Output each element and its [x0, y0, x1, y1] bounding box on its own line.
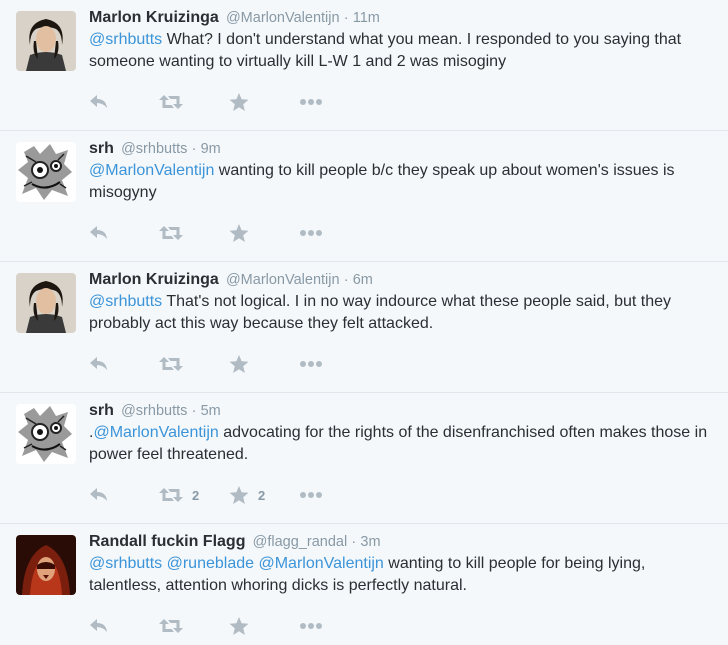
more-button[interactable] [299, 622, 323, 630]
timestamp[interactable]: 5m [201, 403, 221, 419]
user-handle[interactable]: @srhbutts [121, 141, 187, 157]
display-name[interactable]: Randall fuckin Flagg [89, 533, 245, 550]
retweet-icon [159, 94, 183, 110]
tweet[interactable]: Marlon Kruizinga @MarlonValentijn · 6m @… [0, 262, 728, 393]
star-icon [229, 223, 249, 243]
retweet-count: 2 [192, 487, 200, 503]
tweet[interactable]: srh @srhbutts · 9m @MarlonValentijn want… [0, 131, 728, 262]
retweet-icon [159, 487, 183, 503]
avatar[interactable] [16, 404, 76, 464]
reply-icon [89, 618, 109, 634]
separator-dot: · [191, 403, 197, 419]
retweet-icon [159, 356, 183, 372]
favorite-button[interactable] [229, 223, 299, 243]
reply-button[interactable] [89, 618, 159, 634]
retweet-icon [159, 225, 183, 241]
mention-link[interactable]: @MarlonValentijn [89, 162, 214, 179]
more-dots-icon [299, 229, 323, 237]
reply-icon [89, 94, 109, 110]
tweet-actions [89, 90, 718, 114]
retweet-icon [159, 618, 183, 634]
tweet-header: srh @srhbutts · 5m [89, 401, 718, 421]
tweet[interactable]: srh @srhbutts · 5m .@MarlonValentijn adv… [0, 393, 728, 524]
tweet-timeline: Marlon Kruizinga @MarlonValentijn · 11m … [0, 0, 728, 644]
reply-icon [89, 225, 109, 241]
tweet[interactable]: Marlon Kruizinga @MarlonValentijn · 11m … [0, 0, 728, 131]
tweet-header: Marlon Kruizinga @MarlonValentijn · 11m [89, 8, 718, 28]
more-dots-icon [299, 98, 323, 106]
tweet-header: srh @srhbutts · 9m [89, 139, 718, 159]
retweet-button[interactable] [159, 356, 229, 372]
favorite-button[interactable]: 2 [229, 485, 299, 505]
mention-link[interactable]: @MarlonValentijn [258, 555, 383, 572]
reply-button[interactable] [89, 356, 159, 372]
tweet-actions: 2 2 [89, 483, 718, 507]
timestamp[interactable]: 6m [353, 272, 373, 288]
tweet-text-segment: That's not logical. I in no way indource… [89, 293, 672, 332]
separator-dot: · [191, 141, 197, 157]
tweet-actions [89, 614, 718, 638]
timestamp[interactable]: 3m [360, 534, 380, 550]
more-button[interactable] [299, 98, 323, 106]
tweet-actions [89, 221, 718, 245]
tweet-text-segment: What? I don't understand what you mean. … [89, 31, 682, 70]
avatar[interactable] [16, 11, 76, 71]
display-name[interactable]: srh [89, 402, 114, 419]
user-handle[interactable]: @MarlonValentijn [226, 272, 340, 288]
user-handle[interactable]: @MarlonValentijn [226, 10, 340, 26]
favorite-button[interactable] [229, 354, 299, 374]
display-name[interactable]: Marlon Kruizinga [89, 271, 219, 288]
user-handle[interactable]: @srhbutts [121, 403, 187, 419]
tweet-text: @srhbutts @runeblade @MarlonValentijn wa… [89, 553, 719, 597]
timestamp[interactable]: 11m [353, 10, 380, 26]
tweet-text: @srhbutts That's not logical. I in no wa… [89, 291, 719, 335]
avatar[interactable] [16, 535, 76, 595]
star-icon [229, 92, 249, 112]
star-icon [229, 485, 249, 505]
retweet-button[interactable] [159, 618, 229, 634]
tweet-text: .@MarlonValentijn advocating for the rig… [89, 422, 719, 466]
star-icon [229, 616, 249, 636]
reply-icon [89, 356, 109, 372]
tweet-text: @srhbutts What? I don't understand what … [89, 29, 719, 73]
avatar[interactable] [16, 273, 76, 333]
favorite-button[interactable] [229, 92, 299, 112]
reply-button[interactable] [89, 94, 159, 110]
retweet-button[interactable] [159, 225, 229, 241]
avatar[interactable] [16, 142, 76, 202]
tweet-text: @MarlonValentijn wanting to kill people … [89, 160, 719, 204]
more-dots-icon [299, 491, 323, 499]
reply-icon [89, 487, 109, 503]
mention-link[interactable]: @MarlonValentijn [93, 424, 218, 441]
mention-link[interactable]: @srhbutts [89, 555, 162, 572]
star-icon [229, 354, 249, 374]
favorite-button[interactable] [229, 616, 299, 636]
more-button[interactable] [299, 360, 323, 368]
separator-dot: · [351, 534, 357, 550]
mention-link[interactable]: @runeblade [167, 555, 254, 572]
mention-link[interactable]: @srhbutts [89, 31, 162, 48]
tweet-header: Randall fuckin Flagg @flagg_randal · 3m [89, 532, 718, 552]
tweet-header: Marlon Kruizinga @MarlonValentijn · 6m [89, 270, 718, 290]
display-name[interactable]: Marlon Kruizinga [89, 9, 219, 26]
reply-button[interactable] [89, 487, 159, 503]
display-name[interactable]: srh [89, 140, 114, 157]
timestamp[interactable]: 9m [201, 141, 221, 157]
separator-dot: · [343, 10, 349, 26]
tweet[interactable]: Randall fuckin Flagg @flagg_randal · 3m … [0, 524, 728, 644]
more-dots-icon [299, 360, 323, 368]
retweet-button[interactable] [159, 94, 229, 110]
more-button[interactable] [299, 229, 323, 237]
tweet-actions [89, 352, 718, 376]
favorite-count: 2 [258, 487, 266, 503]
reply-button[interactable] [89, 225, 159, 241]
more-dots-icon [299, 622, 323, 630]
user-handle[interactable]: @flagg_randal [253, 534, 348, 550]
mention-link[interactable]: @srhbutts [89, 293, 162, 310]
separator-dot: · [343, 272, 349, 288]
more-button[interactable] [299, 491, 323, 499]
retweet-button[interactable]: 2 [159, 487, 229, 503]
